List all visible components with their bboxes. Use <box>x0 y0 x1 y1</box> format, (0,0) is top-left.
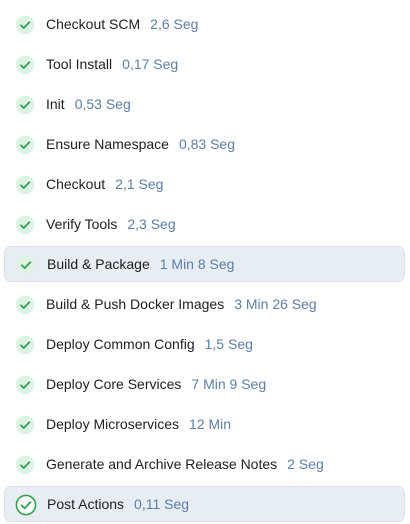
stage-deploy-core-services[interactable]: Deploy Core Services 7 Min 9 Seg <box>4 366 405 402</box>
stage-post-actions[interactable]: Post Actions 0,11 Seg <box>4 486 405 522</box>
check-circle-icon <box>15 415 35 435</box>
check-circle-icon <box>15 135 35 155</box>
stage-build-push-docker-images[interactable]: Build & Push Docker Images 3 Min 26 Seg <box>4 286 405 322</box>
check-circle-outline-icon <box>15 494 37 516</box>
stage-name: Deploy Microservices <box>46 416 180 432</box>
stage-name: Tool Install <box>46 56 113 72</box>
stage-name: Ensure Namespace <box>46 136 169 152</box>
stage-duration: 1 Min 8 Seg <box>159 256 235 272</box>
check-circle-icon <box>16 255 36 275</box>
stage-build-package[interactable]: Build & Package 1 Min 8 Seg <box>4 246 405 282</box>
check-circle-icon <box>15 175 35 195</box>
stage-duration: 0,17 Seg <box>122 56 179 72</box>
stage-name: Checkout <box>46 176 106 192</box>
stage-duration: 2,3 Seg <box>127 216 176 232</box>
stage-checkout-scm[interactable]: Checkout SCM 2,6 Seg <box>4 6 405 42</box>
stage-duration: 2,6 Seg <box>150 16 199 32</box>
stage-duration: 0,11 Seg <box>134 496 190 512</box>
stage-init[interactable]: Init 0,53 Seg <box>4 86 405 122</box>
check-circle-icon <box>15 95 35 115</box>
stage-verify-tools[interactable]: Verify Tools 2,3 Seg <box>4 206 405 242</box>
stage-duration: 3 Min 26 Seg <box>234 296 317 312</box>
stage-duration: 12 Min <box>189 416 232 432</box>
check-circle-icon <box>15 215 35 235</box>
stage-generate-archive-release-notes[interactable]: Generate and Archive Release Notes 2 Seg <box>4 446 405 482</box>
stage-name: Init <box>46 96 65 112</box>
stage-ensure-namespace[interactable]: Ensure Namespace 0,83 Seg <box>4 126 405 162</box>
stage-name: Generate and Archive Release Notes <box>46 456 278 472</box>
stage-duration: 1,5 Seg <box>204 336 253 352</box>
stage-duration: 0,53 Seg <box>74 96 131 112</box>
check-circle-icon <box>15 55 35 75</box>
check-circle-icon <box>15 375 35 395</box>
stage-duration: 2,1 Seg <box>115 176 164 192</box>
stage-deploy-microservices[interactable]: Deploy Microservices 12 Min <box>4 406 405 442</box>
stage-duration: 0,83 Seg <box>178 136 236 152</box>
check-circle-icon <box>15 15 35 35</box>
check-circle-icon <box>15 335 35 355</box>
stage-name: Checkout SCM <box>46 16 141 32</box>
stage-duration: 7 Min 9 Seg <box>191 376 267 392</box>
stage-name: Post Actions <box>47 496 125 512</box>
stage-name: Deploy Core Services <box>46 376 182 392</box>
check-circle-icon <box>15 295 35 315</box>
check-circle-icon <box>15 455 35 475</box>
stage-name: Deploy Common Config <box>46 336 195 352</box>
stage-tool-install[interactable]: Tool Install 0,17 Seg <box>4 46 405 82</box>
pipeline-stage-list: Checkout SCM 2,6 Seg Tool Install 0,17 Seg… <box>0 0 410 524</box>
stage-name: Build & Push Docker Images <box>46 296 225 312</box>
stage-name: Build & Package <box>47 256 150 272</box>
stage-checkout[interactable]: Checkout 2,1 Seg <box>4 166 405 202</box>
stage-deploy-common-config[interactable]: Deploy Common Config 1,5 Seg <box>4 326 405 362</box>
stage-name: Verify Tools <box>46 216 118 232</box>
stage-duration: 2 Seg <box>287 456 324 472</box>
